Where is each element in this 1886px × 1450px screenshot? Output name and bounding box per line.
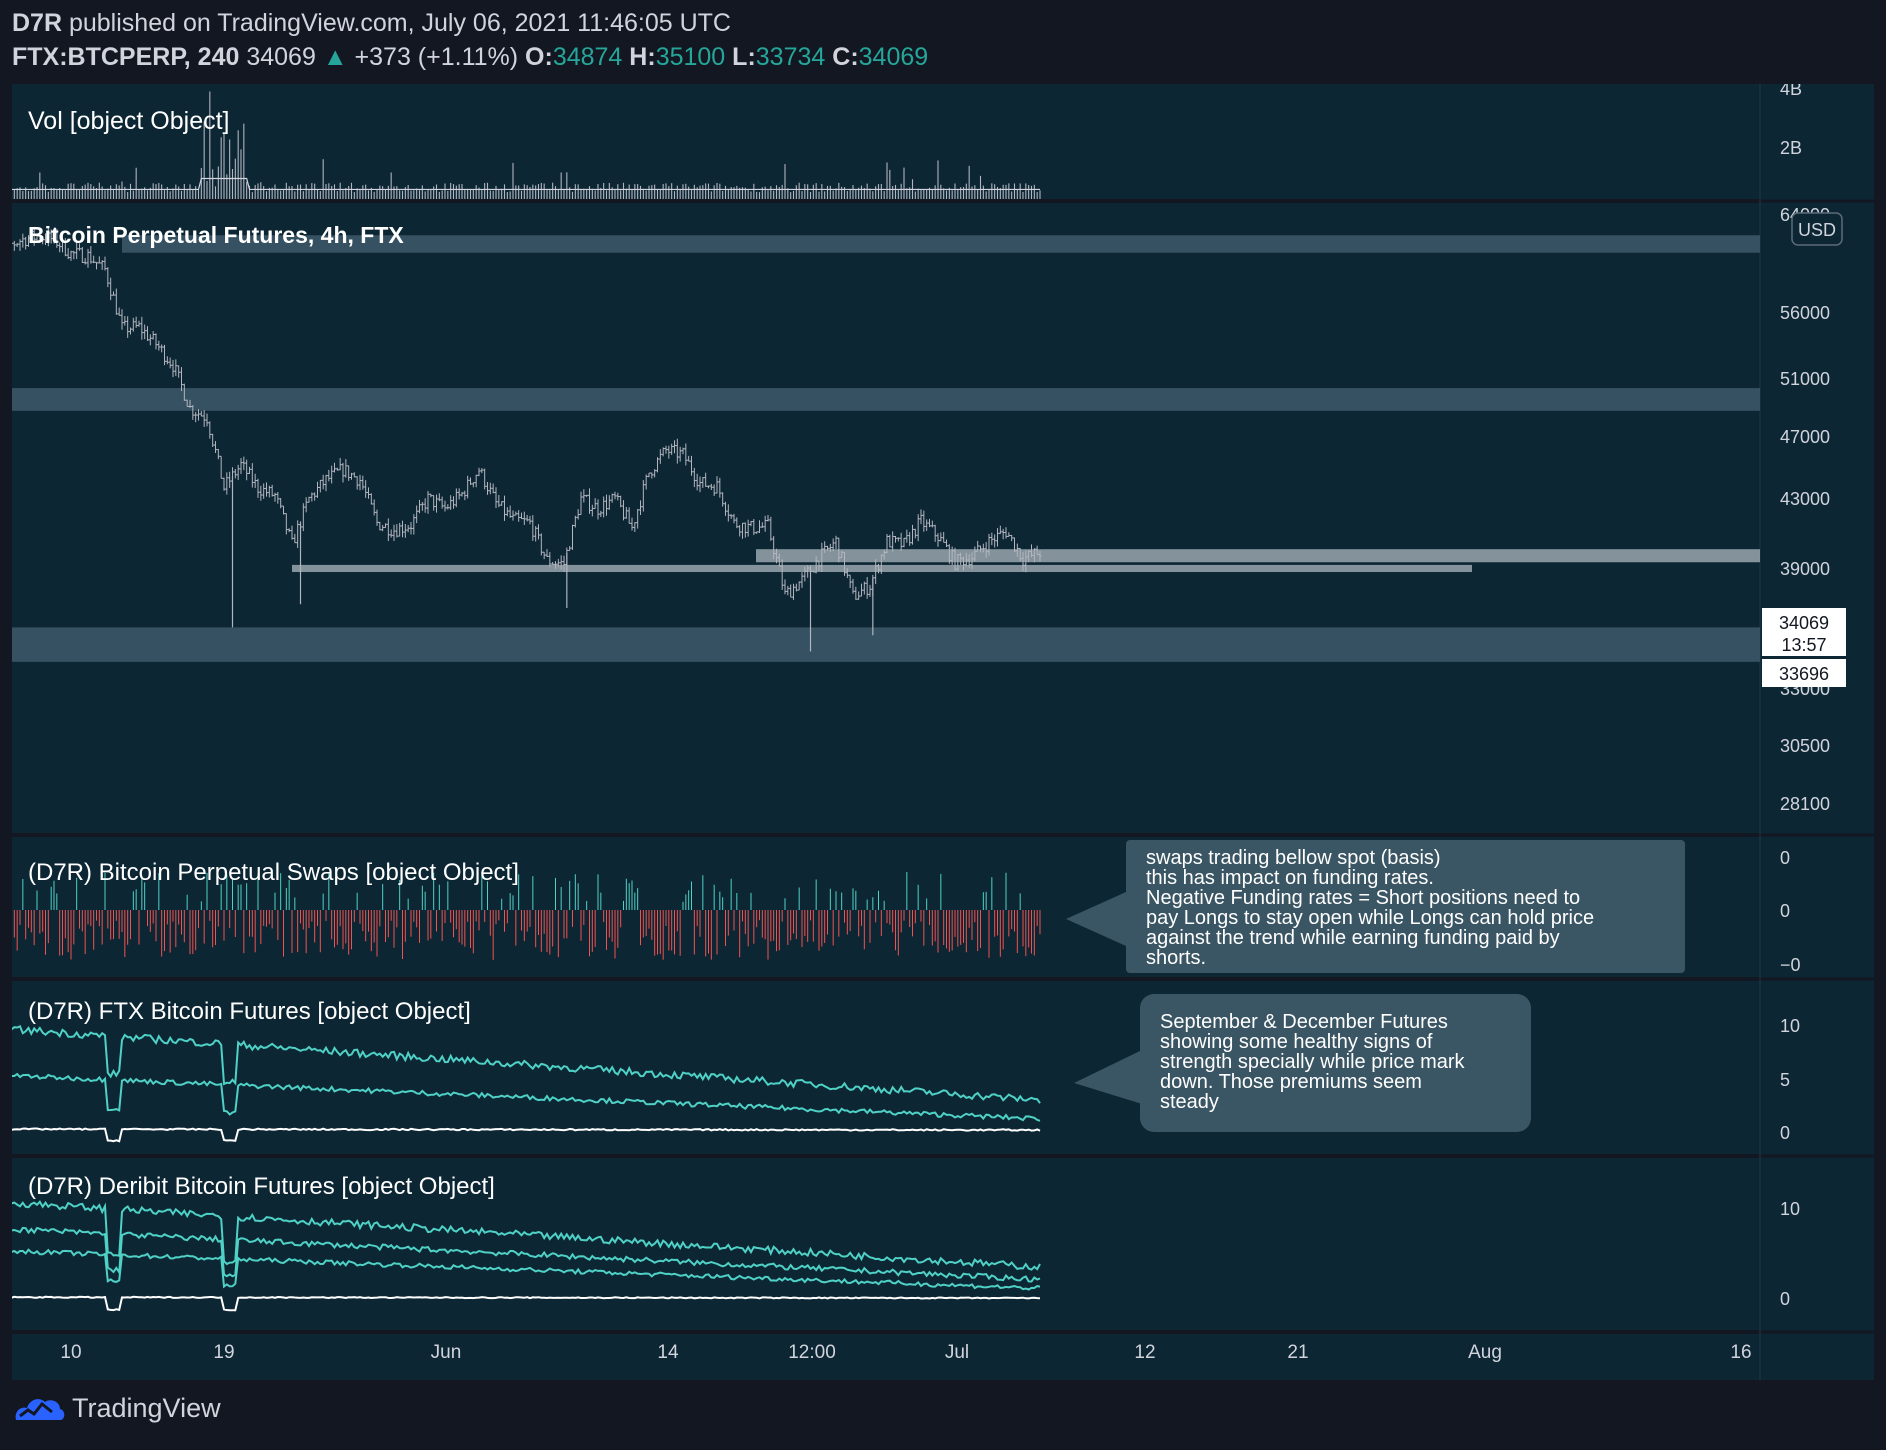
price-pane[interactable] [12,203,1760,833]
time-tick: 16 [1730,1342,1751,1363]
price-tick: 30500 [1780,736,1830,756]
ftx-tick: 0 [1780,1123,1790,1143]
price-scale[interactable] [1760,84,1874,1380]
time-tick: 14 [657,1342,679,1363]
swaps-callout[interactable]: swaps trading bellow spot (basis) this h… [1066,840,1685,973]
volume-tick: 2B [1780,138,1802,158]
tradingview-brand[interactable]: TradingView [72,1393,221,1424]
price-tick: 43000 [1780,489,1830,509]
time-tick: 12:00 [788,1342,836,1363]
price-tick: 28100 [1780,794,1830,814]
swaps-tick: 0 [1780,848,1790,868]
price-tick: 39000 [1780,559,1830,579]
close-value: 34069 [858,43,929,71]
ftx-title: (D7R) FTX Bitcoin Futures [object Object… [28,998,471,1025]
last-price: 34069 [246,43,316,71]
bar-countdown: 13:57 [1781,635,1826,655]
price-zone [292,564,1472,573]
price-tick: 56000 [1780,303,1830,323]
deribit-tick: 10 [1780,1199,1800,1219]
price-marker-value: 33696 [1779,664,1829,684]
author-name[interactable]: D7R [12,9,62,37]
time-tick: 19 [213,1342,234,1363]
high-value: 35100 [655,43,726,71]
price-zone [12,627,1760,662]
swaps-tick: 0 [1780,901,1790,921]
chart-header: D7R published on TradingView.com, July 0… [12,6,928,74]
up-arrow-icon: ▲ [322,43,348,71]
low-label: L: [732,43,756,71]
time-tick: Jun [431,1342,462,1363]
time-tick: 10 [60,1342,81,1363]
time-tick: 12 [1134,1342,1155,1363]
ftx-tick: 10 [1780,1016,1800,1036]
deribit-title: (D7R) Deribit Bitcoin Futures [object Ob… [28,1173,495,1200]
ftx-tick: 5 [1780,1070,1790,1090]
high-label: H: [629,43,656,71]
price-zone [12,388,1760,411]
low-value: 33734 [755,43,826,71]
swaps-title: (D7R) Bitcoin Perpetual Swaps [object Ob… [28,859,519,886]
tradingview-logo-icon [15,1399,65,1420]
publish-text: published on TradingView.com, July 06, 2… [68,9,731,37]
price-tick: 51000 [1780,369,1830,389]
time-tick: 21 [1287,1342,1308,1363]
time-tick: Aug [1468,1342,1502,1363]
ohlc-line: FTX:BTCPERP, 240 34069 ▲ +373 (+1.11%) O… [12,40,928,74]
volume-pane[interactable] [12,84,1760,199]
chart-canvas[interactable]: Vol [object Object] Bitcoin Perpetual Fu… [12,84,1874,1380]
publish-line: D7R published on TradingView.com, July 0… [12,6,928,40]
footer: TradingView [12,1392,221,1424]
futures-callout[interactable]: September & December Futures showing som… [1074,994,1531,1132]
symbol-label: FTX:BTCPERP, 240 [12,43,240,71]
time-tick: Jul [945,1342,969,1363]
deribit-tick: 0 [1780,1289,1790,1309]
currency-label: USD [1798,220,1836,240]
price-zone [756,549,1760,563]
close-label: C: [832,43,859,71]
last-price-value: 34069 [1779,613,1829,633]
volume-tick: 4B [1780,84,1802,99]
volume-title: Vol [object Object] [28,107,230,135]
price-title: Bitcoin Perpetual Futures, 4h, FTX [28,222,404,248]
open-value: 34874 [552,43,623,71]
open-label: O: [525,43,553,71]
price-tick: 47000 [1780,427,1830,447]
price-change: +373 (+1.11%) [354,43,519,71]
swaps-tick: −0 [1780,955,1801,975]
